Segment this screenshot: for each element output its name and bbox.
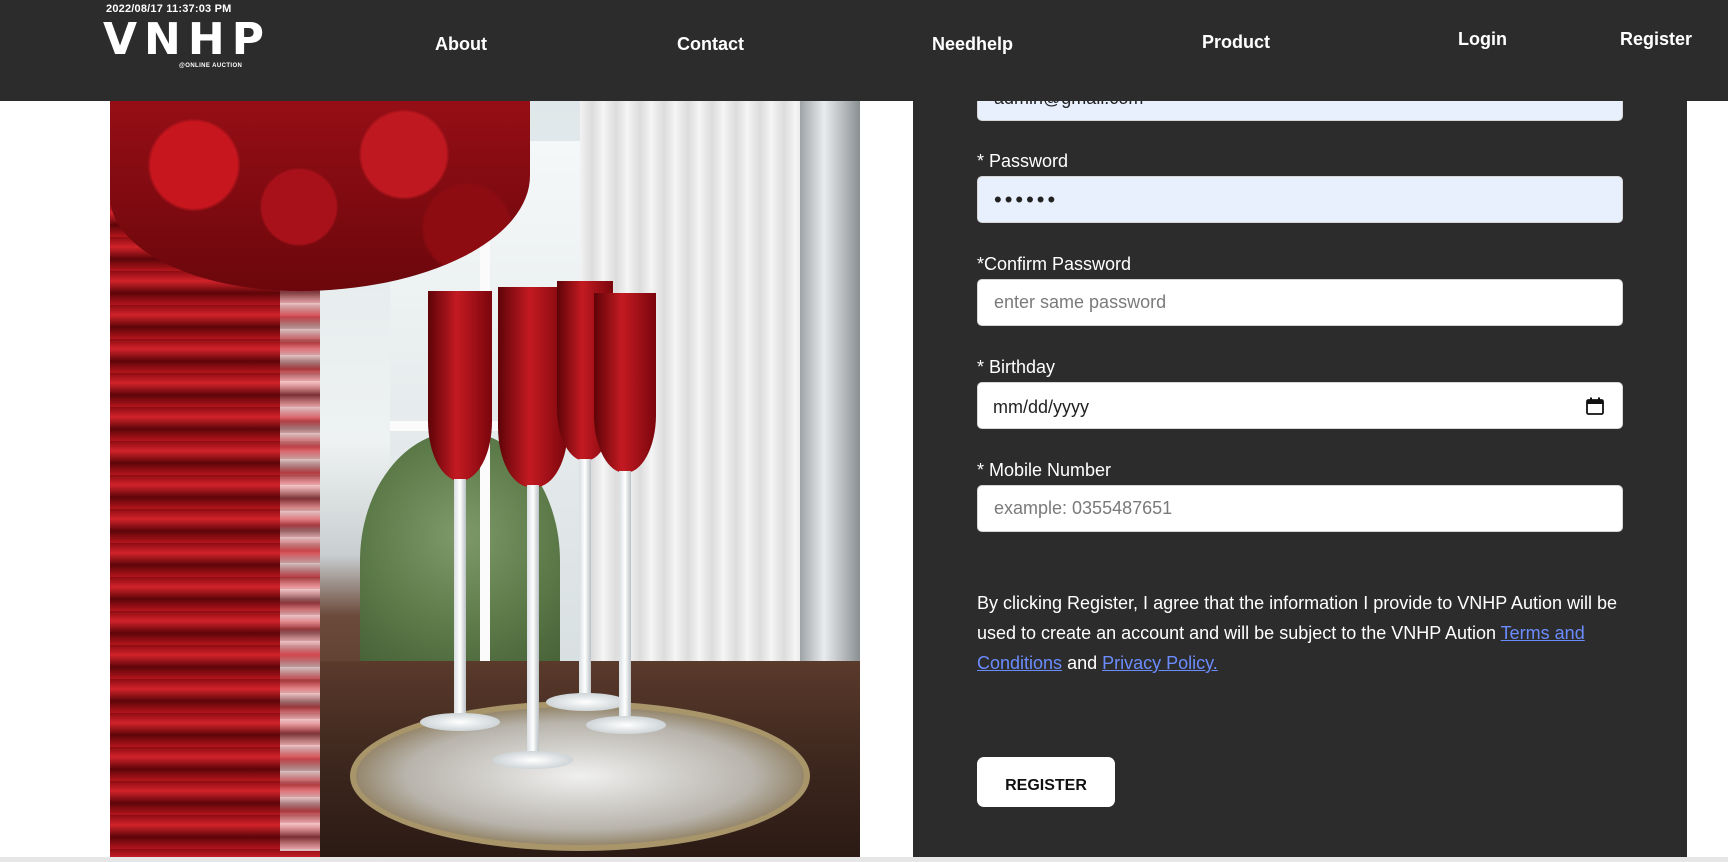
photo-tray <box>350 701 810 851</box>
privacy-policy-link[interactable]: Privacy Policy. <box>1102 653 1218 673</box>
calendar-icon[interactable] <box>1585 396 1605 416</box>
photo-glass-foot <box>493 751 573 769</box>
mobile-number-label: * Mobile Number <box>977 460 1112 480</box>
birthday-field[interactable] <box>977 382 1623 429</box>
photo-glass-stem <box>527 485 539 755</box>
password-field[interactable] <box>977 176 1623 223</box>
nav-login[interactable]: Login <box>1458 29 1507 50</box>
terms-agreement-text: By clicking Register, I agree that the i… <box>977 588 1632 678</box>
top-navbar: 2022/08/17 11:37:03 PM VNHP @ONLINE AUCT… <box>0 0 1728 101</box>
photo-candelabra <box>800 101 860 751</box>
nav-register[interactable]: Register <box>1620 29 1692 50</box>
password-label: * Password <box>977 151 1069 171</box>
page-bottom-edge <box>0 857 1728 862</box>
nav-about[interactable]: About <box>435 34 487 55</box>
nav-needhelp[interactable]: Needhelp <box>932 34 1013 55</box>
photo-glass <box>428 291 492 481</box>
confirm-password-field[interactable] <box>977 279 1623 326</box>
register-button[interactable]: REGISTER <box>977 757 1115 807</box>
nav-product[interactable]: Product <box>1202 32 1270 53</box>
hero-image <box>110 101 860 858</box>
brand-tagline: @ONLINE AUCTION <box>179 63 243 69</box>
photo-glass-stem <box>619 471 631 721</box>
photo-vase-edge <box>280 251 320 851</box>
confirm-password-label: *Confirm Password <box>977 254 1132 274</box>
agreement-and: and <box>1062 653 1103 673</box>
photo-glass-stem <box>579 459 591 699</box>
brand-logo[interactable]: VNHP <box>103 14 271 66</box>
photo-glass-foot <box>586 716 666 734</box>
birthday-label: * Birthday <box>977 357 1056 377</box>
photo-glass-foot <box>420 713 500 731</box>
nav-contact[interactable]: Contact <box>677 34 744 55</box>
mobile-number-field[interactable] <box>977 485 1623 532</box>
photo-glass-foot <box>546 693 626 711</box>
photo-glass-stem <box>454 479 466 719</box>
photo-glass <box>594 293 656 473</box>
